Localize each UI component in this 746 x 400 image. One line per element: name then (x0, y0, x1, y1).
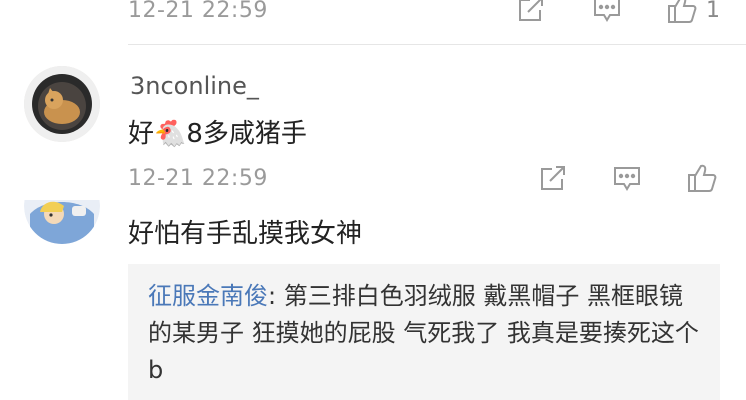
comment-text-end: 8多咸猪手 (186, 119, 307, 149)
thumbs-up-icon[interactable] (666, 0, 698, 24)
comment-text-start: 好 (128, 119, 155, 149)
comment-text: 好🐔8多咸猪手 (128, 113, 307, 150)
avatar[interactable] (24, 66, 100, 142)
share-icon[interactable] (538, 165, 568, 193)
chicken-emoji: 🐔 (154, 119, 187, 149)
quote-separator: : (268, 282, 284, 310)
comment-icon[interactable] (592, 0, 622, 24)
quoted-reply[interactable]: 征服金南俊: 第三排白色羽绒服 戴黑帽子 黑框眼镜的某男子 狂摸她的屁股 气死我… (128, 264, 720, 400)
thumbs-up-icon[interactable] (686, 163, 718, 193)
avatar-clip (24, 200, 100, 244)
comment-timestamp: 12-21 22:59 (128, 166, 268, 191)
like-count: 1 (706, 0, 720, 23)
divider (128, 44, 746, 45)
comment-text: 好怕有手乱摸我女神 (128, 219, 363, 249)
avatar[interactable] (24, 200, 100, 244)
comment-icon[interactable] (612, 165, 642, 193)
username[interactable]: 3nconline_ (130, 72, 259, 100)
share-icon[interactable] (516, 0, 546, 24)
comment-timestamp: 12-21 22:59 (128, 0, 268, 23)
quoted-username[interactable]: 征服金南俊 (148, 282, 268, 310)
